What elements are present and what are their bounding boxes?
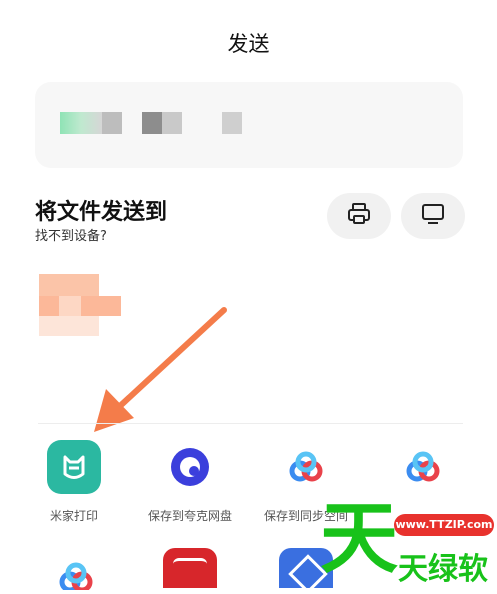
- device-help-link[interactable]: 找不到设备?: [35, 225, 107, 244]
- watermark-url: www.TTZIP.com: [394, 514, 494, 536]
- watermark-big-char: 天: [320, 493, 399, 584]
- divider: [38, 423, 463, 424]
- quark-icon: [163, 440, 217, 494]
- watermark-text: 天绿软: [398, 552, 488, 587]
- blurred-thumbnail: [142, 112, 162, 134]
- baidu-cloud-icon: [59, 562, 93, 593]
- app-cloud-3[interactable]: [56, 560, 96, 593]
- blurred-thumbnail: [162, 112, 182, 134]
- page-title: 发送: [227, 32, 270, 56]
- news-app-icon: [173, 558, 207, 585]
- nearby-device[interactable]: [39, 274, 121, 336]
- app-label: 保存到夸克网盘: [147, 509, 232, 523]
- cast-screen-button[interactable]: [401, 193, 465, 239]
- mijia-icon: [47, 440, 101, 494]
- app-mijia-print[interactable]: 米家打印: [19, 440, 129, 524]
- printer-icon: [346, 201, 372, 231]
- print-button[interactable]: [327, 193, 391, 239]
- blurred-thumbnail: [222, 112, 242, 134]
- baidu-cloud-icon: [396, 440, 450, 494]
- monitor-icon: [420, 201, 446, 231]
- app-quark-drive[interactable]: 保存到夸克网盘: [135, 440, 245, 524]
- watermark: 天 www.TTZIP.com 天绿软: [318, 494, 497, 587]
- blurred-thumbnail: [60, 112, 102, 134]
- blurred-thumbnail: [102, 112, 122, 134]
- app-red-news[interactable]: [163, 548, 217, 588]
- app-label: 米家打印: [49, 509, 98, 523]
- section-title: 将文件发送到: [35, 200, 168, 225]
- baidu-cloud-icon: [279, 440, 333, 494]
- file-preview-card: [35, 82, 463, 168]
